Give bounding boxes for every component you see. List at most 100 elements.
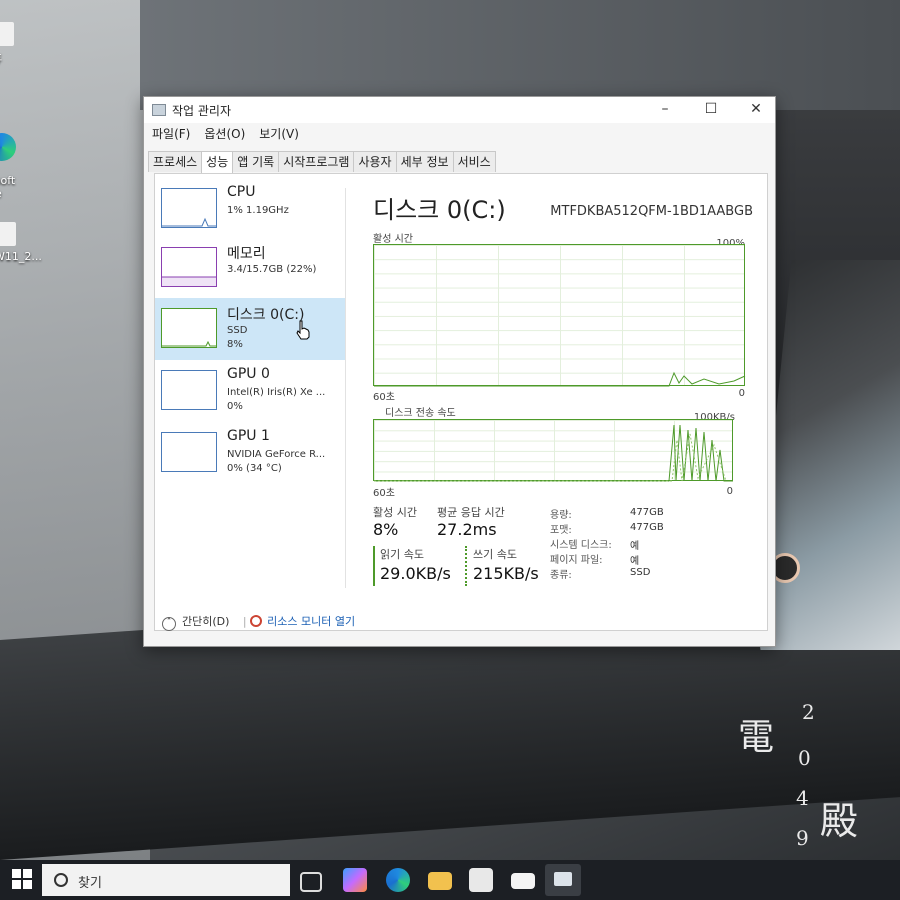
sidebar-item-name: 디스크 0(C:) — [227, 307, 305, 323]
hand-cursor-icon — [296, 320, 310, 340]
sidebar-item-usage: 0% (34 °C) — [227, 463, 282, 474]
menu-file[interactable]: 파일(F) — [152, 125, 190, 142]
transfer-rate-graph — [373, 419, 733, 482]
tab-details[interactable]: 세부 정보 — [395, 151, 454, 172]
graph1-time: 60초 — [373, 392, 395, 403]
detail-system-disk-label: 시스템 디스크: — [550, 540, 612, 551]
desktop-icon-label: W11_2... — [0, 250, 42, 263]
taskbar-search[interactable]: 찾기 — [42, 864, 290, 896]
chevron-up-icon: ˆ — [162, 617, 176, 631]
detail-format-label: 포맷: — [550, 525, 572, 536]
window-title: 작업 관리자 — [172, 104, 232, 118]
file-icon — [0, 222, 16, 246]
memory-thumbnail-graph — [161, 247, 217, 287]
wallpaper-glyph: 9 — [796, 826, 809, 850]
resource-sidebar: CPU 1% 1.19GHz 메모리 3.4/15.7GB (22%) 디스크 … — [155, 174, 345, 594]
detail-page-file-label: 페이지 파일: — [550, 555, 603, 566]
wallpaper-glyph: 4 — [796, 786, 809, 810]
performance-content: CPU 1% 1.19GHz 메모리 3.4/15.7GB (22%) 디스크 … — [154, 173, 768, 631]
detail-capacity-label: 용량: — [550, 510, 572, 521]
file-explorer-icon[interactable] — [428, 872, 452, 890]
taskbar: 찾기 — [0, 860, 900, 900]
recycle-bin-icon — [0, 22, 14, 46]
graph2-min: 0 — [726, 486, 733, 497]
sidebar-item-name: GPU 1 — [227, 428, 270, 444]
disk-thumbnail-graph — [161, 308, 217, 348]
read-speed-value: 29.0KB/s — [380, 564, 451, 583]
search-placeholder: 찾기 — [78, 876, 102, 891]
sidebar-item-name: GPU 0 — [227, 366, 270, 382]
task-manager-taskbar-button[interactable] — [545, 864, 581, 896]
maximize-button[interactable]: ☐ — [689, 97, 733, 123]
desktop-icon-file[interactable]: W11_2... — [0, 222, 42, 263]
sidebar-item-detail: 3.4/15.7GB (22%) — [227, 264, 317, 275]
graph1-label: 활성 시간 — [373, 234, 413, 245]
avg-response-label: 평균 응답 시간 — [437, 506, 505, 519]
windows-logo-icon — [12, 869, 21, 878]
task-manager-icon — [554, 872, 572, 886]
graph2-label: 디스크 전송 속도 — [385, 408, 456, 419]
wallpaper-glyph: 0 — [798, 746, 811, 770]
collapse-label: 간단히(D) — [182, 615, 230, 628]
menu-bar: 파일(F) 옵션(O) 보기(V) — [144, 125, 305, 145]
search-icon — [54, 873, 68, 887]
avg-response-value: 27.2ms — [437, 520, 497, 539]
resource-monitor-icon — [250, 615, 263, 627]
tab-processes[interactable]: 프로세스 — [148, 151, 203, 172]
window-footer: ˆ 간단히(D) | 리소스 모니터 열기 — [162, 613, 355, 631]
desktop-icon-label: 휴 — [0, 52, 2, 65]
detail-capacity-value: 477GB — [630, 507, 664, 518]
edge-icon — [0, 133, 16, 161]
tab-services[interactable]: 서비스 — [452, 151, 496, 172]
gpu1-thumbnail-graph — [161, 432, 217, 472]
edge-icon[interactable] — [386, 868, 410, 892]
task-view-icon[interactable] — [300, 872, 322, 892]
desktop-icon-recycle[interactable]: 휴 — [0, 22, 38, 66]
menu-options[interactable]: 옵션(O) — [204, 125, 245, 142]
resource-monitor-link[interactable]: 리소스 모니터 열기 — [250, 615, 355, 628]
wallpaper-glyph: 電 — [738, 717, 775, 758]
resource-monitor-label: 리소스 모니터 열기 — [267, 615, 356, 628]
sidebar-item-gpu0[interactable]: GPU 0 Intel(R) Iris(R) Xe ... 0% — [155, 360, 345, 422]
write-speed-label: 쓰기 속도 — [473, 548, 517, 561]
cpu-thumbnail-graph — [161, 188, 217, 228]
detail-format-value: 477GB — [630, 522, 664, 533]
disk-title: 디스크 0(C:) — [373, 196, 506, 224]
wallpaper-glyph: 2 — [802, 700, 815, 724]
sidebar-item-usage: 8% — [227, 339, 243, 350]
disk-model: MTFDKBA512QFM-1BD1AABGB — [550, 204, 753, 219]
tab-startup[interactable]: 시작프로그램 — [278, 151, 355, 172]
disk-detail-panel: 디스크 0(C:) MTFDKBA512QFM-1BD1AABGB 활성 시간 … — [355, 174, 765, 624]
desktop-icon-edge[interactable]: osoft ge — [0, 120, 34, 200]
sidebar-item-disk[interactable]: 디스크 0(C:) SSD 8% — [155, 298, 345, 360]
mail-icon[interactable] — [511, 873, 535, 889]
read-speed-label: 읽기 속도 — [380, 548, 424, 561]
minimize-button[interactable]: – — [643, 97, 687, 123]
close-button[interactable]: ✕ — [734, 97, 778, 123]
collapse-button[interactable]: ˆ 간단히(D) — [162, 615, 230, 631]
sidebar-item-cpu[interactable]: CPU 1% 1.19GHz — [155, 178, 345, 240]
tab-app-history[interactable]: 앱 기록 — [232, 151, 280, 172]
start-button[interactable] — [12, 869, 32, 889]
sidebar-item-detail: 1% 1.19GHz — [227, 205, 289, 216]
tab-performance[interactable]: 성능 — [201, 151, 234, 173]
wallpaper-panel — [140, 0, 900, 110]
copilot-icon[interactable] — [343, 868, 367, 892]
panel-divider — [345, 188, 346, 588]
active-time-graph — [373, 244, 746, 387]
store-icon[interactable] — [469, 868, 493, 892]
graph1-min: 0 — [738, 388, 745, 399]
sidebar-item-detail: Intel(R) Iris(R) Xe ... — [227, 387, 326, 398]
title-bar[interactable]: 작업 관리자 – ☐ ✕ — [144, 97, 775, 123]
task-manager-window: 작업 관리자 – ☐ ✕ 파일(F) 옵션(O) 보기(V) 프로세스 성능 앱 기… — [143, 96, 776, 647]
read-speed-indicator — [373, 546, 375, 586]
tab-strip: 프로세스 성능 앱 기록 시작프로그램 사용자 세부 정보 서비스 — [148, 151, 496, 173]
write-speed-value: 215KB/s — [473, 564, 539, 583]
menu-view[interactable]: 보기(V) — [259, 125, 299, 142]
desktop-icon-label: osoft ge — [0, 174, 16, 200]
sidebar-item-gpu1[interactable]: GPU 1 NVIDIA GeForce R... 0% (34 °C) — [155, 422, 345, 484]
tab-users[interactable]: 사용자 — [353, 151, 397, 172]
detail-page-file-value: 예 — [630, 556, 640, 567]
sidebar-item-memory[interactable]: 메모리 3.4/15.7GB (22%) — [155, 237, 345, 299]
detail-type-label: 종류: — [550, 570, 572, 581]
